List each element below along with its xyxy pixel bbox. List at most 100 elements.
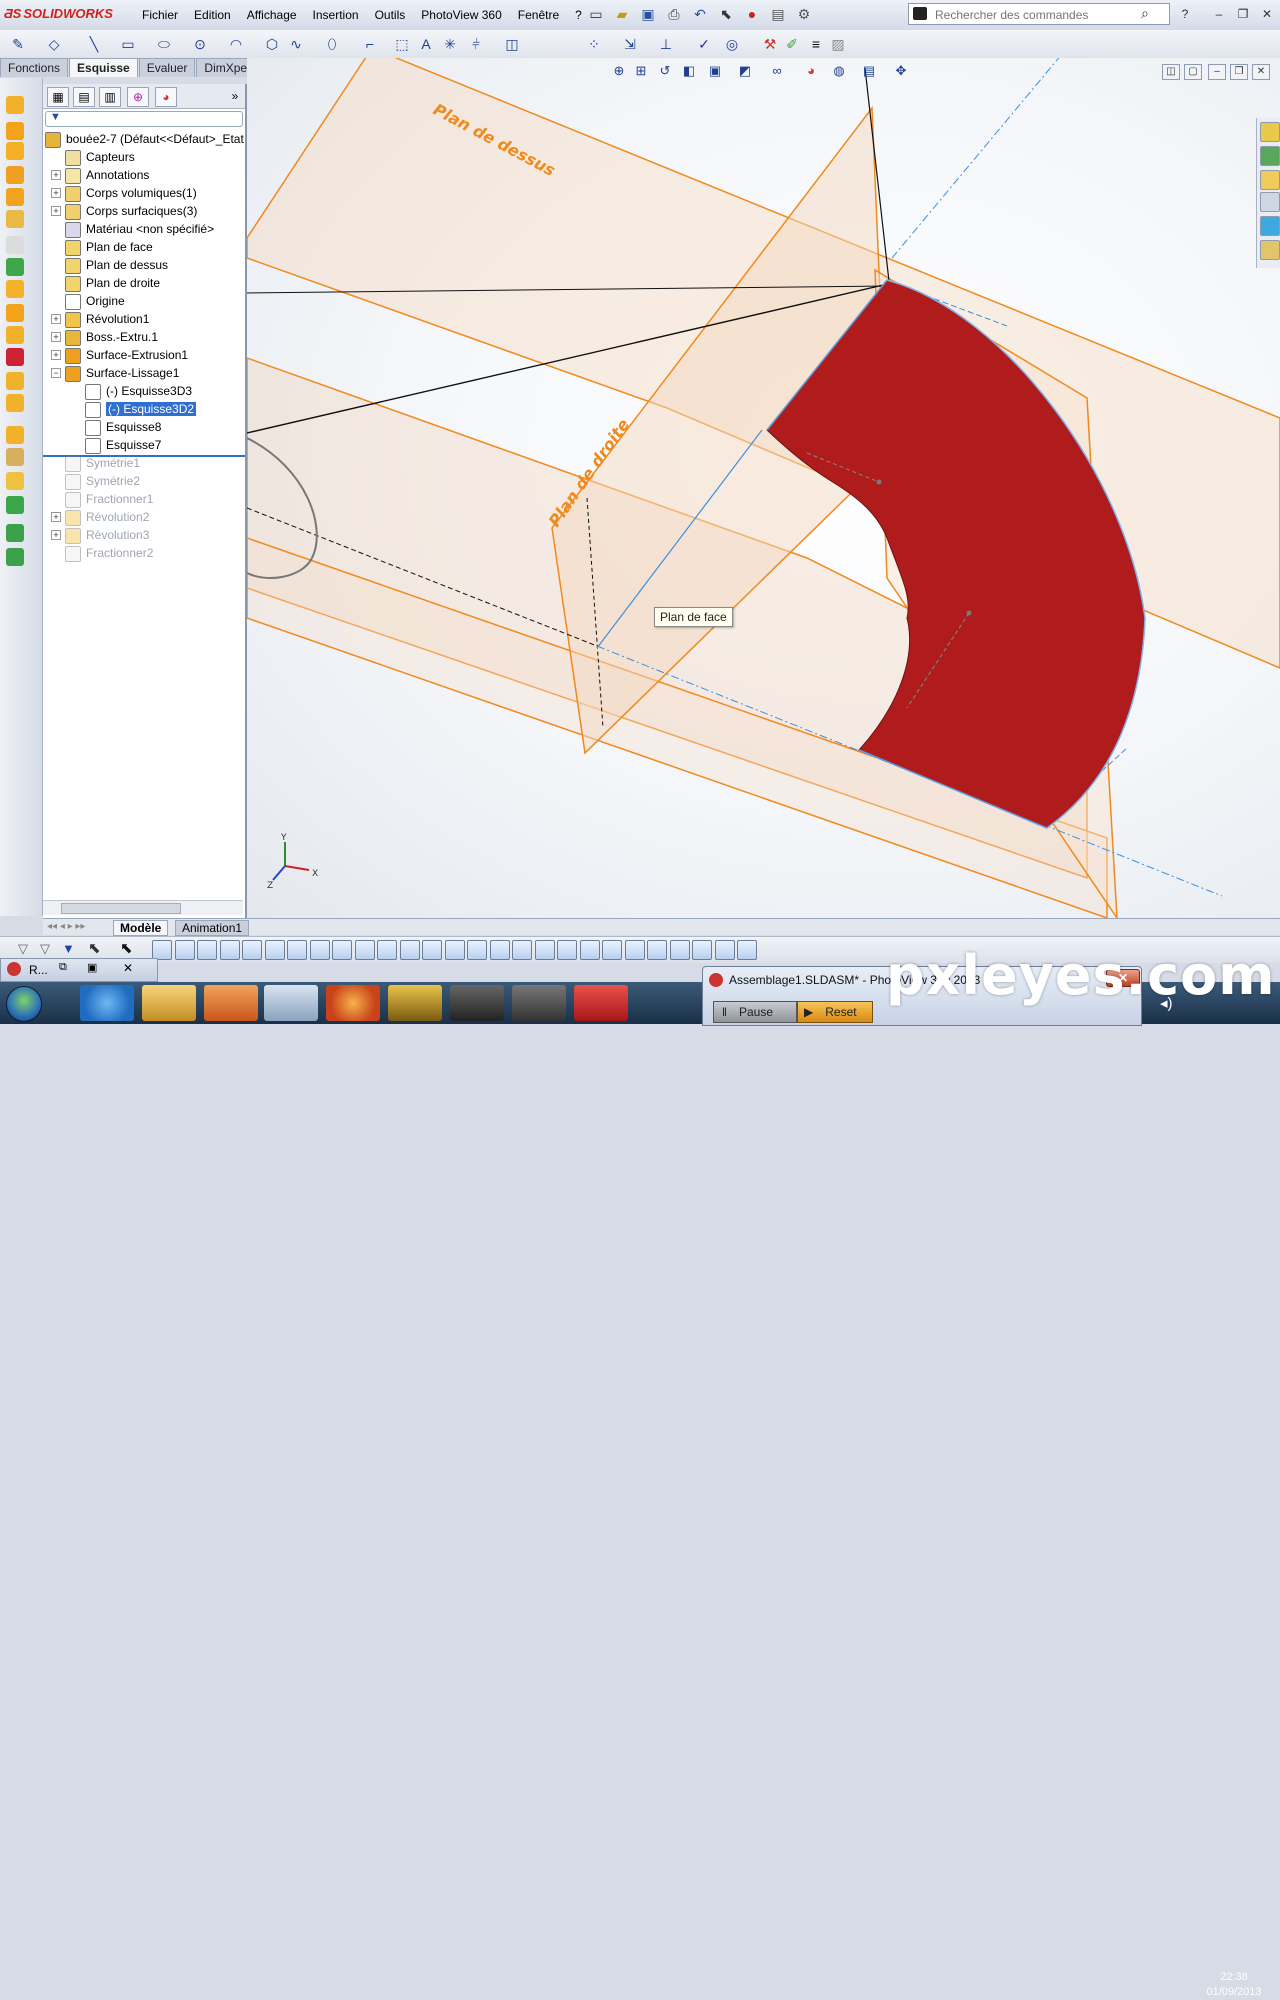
calculator-icon[interactable] — [264, 985, 318, 1021]
view-layout-icon[interactable]: ▢ — [1184, 64, 1202, 80]
selection-filter-button[interactable] — [579, 940, 600, 960]
text-icon[interactable]: A — [416, 34, 436, 54]
app-icon[interactable] — [388, 985, 442, 1021]
select-arrow-icon[interactable]: ⬉ — [716, 4, 736, 24]
expand-toggle-icon[interactable]: + — [51, 332, 61, 342]
solidworks-taskbar-icon[interactable] — [574, 985, 628, 1021]
model-view[interactable]: Plan de dessus Plan de droite Y X Z — [247, 58, 1280, 918]
rebuild-icon[interactable]: ● — [742, 4, 762, 24]
trim-icon[interactable]: ⫩ — [466, 34, 486, 54]
file-explorer-icon[interactable] — [1260, 170, 1280, 190]
point-icon[interactable]: ✳ — [440, 34, 460, 54]
design-library-icon[interactable] — [1260, 146, 1280, 166]
convert-entities-icon[interactable]: ◫ — [502, 34, 522, 54]
solidworks-explorer-icon[interactable] — [512, 985, 566, 1021]
expand-toggle-icon[interactable]: + — [51, 170, 61, 180]
boundary-icon[interactable] — [6, 188, 24, 206]
selection-filter-button[interactable] — [422, 940, 442, 960]
expand-toggle-icon[interactable]: + — [51, 206, 61, 216]
select-cursor-icon[interactable]: ⬉ — [88, 939, 101, 957]
menu-item[interactable]: Insertion — [305, 6, 367, 24]
shell-icon[interactable] — [6, 372, 24, 390]
expand-toggle-icon[interactable]: + — [51, 512, 61, 522]
gimp-icon[interactable] — [450, 985, 504, 1021]
explorer-folder-icon[interactable] — [142, 985, 196, 1021]
line-icon[interactable]: ╲ — [84, 34, 104, 54]
wrap-icon[interactable] — [6, 394, 24, 412]
tree-node[interactable]: − Surface-Lissage1 — [51, 364, 179, 382]
selection-filter-button[interactable] — [602, 940, 622, 960]
selection-filter-button[interactable] — [242, 940, 262, 960]
ellipse-icon[interactable]: ⬯ — [322, 34, 342, 54]
filter-all-icon[interactable]: ▼ — [62, 941, 75, 956]
resources-home-icon[interactable] — [1260, 122, 1280, 142]
hide-show-items-icon[interactable]: ∞ — [768, 62, 786, 80]
command-search-input[interactable] — [933, 7, 1137, 23]
tree-node[interactable]: Symétrie1 — [65, 454, 140, 472]
tab-animation[interactable]: Animation1 — [175, 920, 250, 936]
selection-filter-button[interactable] — [489, 940, 510, 960]
tree-node[interactable]: + Surface-Extrusion1 — [51, 346, 188, 364]
tree-horizontal-scrollbar[interactable] — [43, 900, 243, 915]
tree-node[interactable]: Fractionner1 — [65, 490, 153, 508]
expand-chevron-icon[interactable]: » — [225, 87, 245, 105]
move-entities-icon[interactable]: ⇲ — [620, 34, 640, 54]
internet-explorer-icon[interactable] — [80, 985, 134, 1021]
sketch-icon[interactable]: ✎ — [8, 34, 28, 54]
loft-icon[interactable] — [6, 166, 24, 184]
reference-geometry-icon[interactable] — [6, 426, 24, 444]
view-settings-icon[interactable]: ▤ — [860, 62, 878, 80]
edit-appearance-icon[interactable]: ◕ — [802, 62, 820, 80]
command-tab[interactable]: Fonctions — [0, 58, 69, 77]
selection-filter-button[interactable] — [512, 940, 532, 960]
menu-item[interactable]: Edition — [186, 6, 239, 24]
tree-node[interactable]: Capteurs — [65, 148, 135, 166]
slot-icon[interactable]: ⬭ — [154, 34, 174, 54]
instant3d-icon[interactable] — [6, 472, 24, 490]
expand-toggle-icon[interactable]: + — [51, 350, 61, 360]
offset-icon[interactable]: ⬚ — [392, 34, 412, 54]
selection-filter-button[interactable] — [647, 940, 667, 960]
tree-node[interactable]: + Annotations — [51, 166, 149, 184]
expand-toggle-icon[interactable]: − — [51, 368, 61, 378]
tree-node[interactable]: Plan de face — [65, 238, 153, 256]
tree-node[interactable]: Matériau <non spécifié> — [65, 220, 214, 238]
selection-filter-button[interactable] — [624, 940, 645, 960]
tree-node[interactable]: + Révolution2 — [51, 508, 149, 526]
selection-filter-button[interactable] — [399, 940, 420, 960]
tree-node[interactable]: + Corps surfaciques(3) — [51, 202, 197, 220]
polygon-icon[interactable]: ⬡ — [262, 34, 282, 54]
selection-filter-button[interactable] — [287, 940, 307, 960]
section-view-icon[interactable]: ◧ — [680, 62, 698, 80]
selection-filter-button[interactable] — [377, 940, 397, 960]
apply-scene-icon[interactable]: ◍ — [830, 62, 848, 80]
custom-properties-icon[interactable] — [1260, 240, 1280, 260]
tree-node[interactable]: Symétrie2 — [65, 472, 140, 490]
restore-button[interactable]: ❐ — [1234, 6, 1252, 22]
menu-item[interactable]: Fenêtre — [510, 6, 567, 24]
circle-icon[interactable]: ⊙ — [190, 34, 210, 54]
reset-button[interactable]: ▶ Reset — [797, 1001, 873, 1023]
menu-item[interactable]: Outils — [367, 6, 414, 24]
sketch-tools-icon[interactable] — [6, 524, 24, 542]
quick-snaps-icon[interactable]: ◎ — [722, 34, 742, 54]
configuration-manager-tab-icon[interactable]: ▥ — [99, 87, 121, 107]
new-document-icon[interactable]: ▭ — [586, 4, 606, 24]
selection-filter-button[interactable] — [444, 940, 465, 960]
expand-toggle-icon[interactable]: + — [51, 314, 61, 324]
surface-tools-icon[interactable] — [6, 496, 24, 514]
selection-filter-button[interactable] — [152, 940, 172, 960]
tab-navigation-icon[interactable]: ◂◂ ◂ ▸ ▸▸ — [47, 921, 85, 932]
split-view-icon[interactable]: ◫ — [1162, 64, 1180, 80]
save-icon[interactable]: ▣ — [638, 4, 658, 24]
tree-node[interactable]: Plan de droite — [65, 274, 160, 292]
file-properties-icon[interactable]: ▤ — [768, 4, 788, 24]
mini-restore-button[interactable]: ⧉ — [59, 961, 67, 974]
viewport-close-button[interactable]: ✕ — [1252, 64, 1270, 80]
menu-item[interactable]: PhotoView 360 — [413, 6, 510, 24]
property-manager-tab-icon[interactable]: ▤ — [73, 87, 95, 107]
selection-filter-button[interactable] — [534, 940, 555, 960]
tree-filter[interactable]: ▼ — [45, 111, 243, 127]
smart-dimension-icon[interactable]: ◇ — [44, 34, 64, 54]
expand-toggle-icon[interactable]: + — [51, 188, 61, 198]
